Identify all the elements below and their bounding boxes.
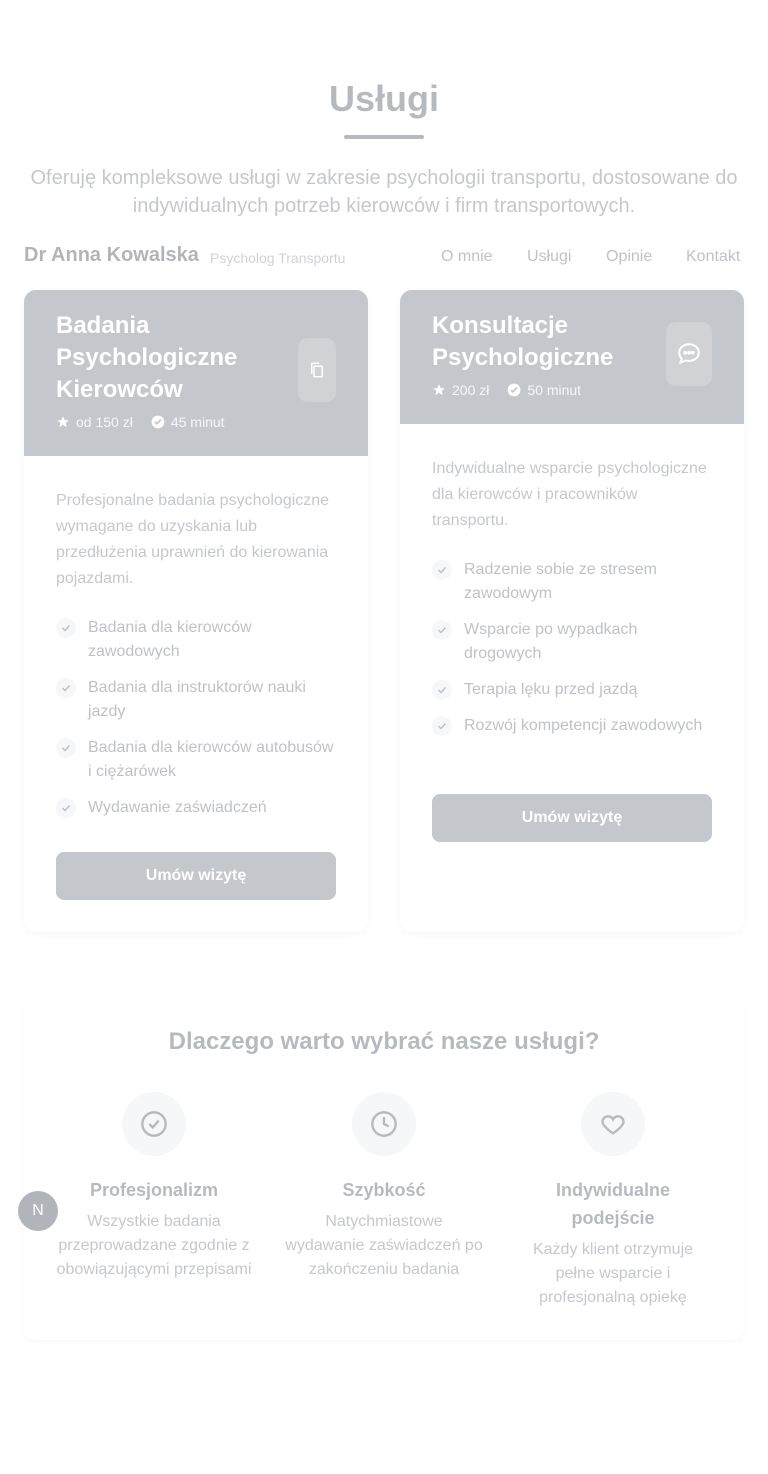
why-item-title: Profesjonalizm bbox=[89, 1180, 219, 1200]
check-circle-icon bbox=[507, 383, 521, 397]
check-icon bbox=[56, 798, 76, 818]
nav-link-about[interactable]: O mnie bbox=[441, 248, 493, 266]
why-item-individual: Indywidualne podejście Każdy klient otrz… bbox=[513, 1092, 713, 1310]
card-price: 200 zł bbox=[452, 382, 490, 398]
card-description: Profesjonalne badania psychologiczne wym… bbox=[56, 492, 330, 587]
book-appointment-button[interactable]: Umów wizytę bbox=[432, 794, 712, 842]
check-circle-icon bbox=[122, 1092, 186, 1156]
why-item-title: Szybkość bbox=[342, 1180, 426, 1200]
check-circle-icon bbox=[151, 415, 165, 429]
card-duration: 50 minut bbox=[527, 382, 582, 398]
nav-link-reviews[interactable]: Opinie bbox=[606, 248, 652, 266]
feature-item: Wsparcie po wypadkach drogowych bbox=[432, 618, 714, 666]
document-copy-icon bbox=[298, 338, 336, 402]
feature-item: Rozwój kompetencji zawodowych bbox=[432, 714, 714, 738]
why-item-text: Każdy klient otrzymuje pełne wsparcie i … bbox=[532, 1241, 694, 1306]
section-lead: Oferuję kompleksowe usługi w zakresie ps… bbox=[30, 167, 738, 217]
service-card-consultations: Konsultacje Psychologiczne 200 zł 50 min… bbox=[400, 290, 744, 932]
clock-icon bbox=[352, 1092, 416, 1156]
book-appointment-button[interactable]: Umów wizytę bbox=[56, 852, 336, 900]
why-item-speed: Szybkość Natychmiastowe wydawanie zaświa… bbox=[284, 1092, 484, 1282]
card-header: Badania Psychologiczne Kierowców od 150 … bbox=[24, 290, 368, 456]
heart-icon bbox=[581, 1092, 645, 1156]
check-icon bbox=[432, 680, 452, 700]
site-header: Dr Anna Kowalska Psycholog Transportu O … bbox=[0, 234, 768, 282]
brand-tagline: Psycholog Transportu bbox=[210, 250, 346, 266]
title-underline bbox=[344, 135, 424, 139]
card-meta: od 150 zł 45 minut bbox=[56, 414, 225, 430]
card-duration: 45 minut bbox=[170, 414, 225, 430]
nav-link-contact[interactable]: Kontakt bbox=[686, 248, 740, 266]
card-price: od 150 zł bbox=[76, 414, 133, 430]
check-icon bbox=[432, 716, 452, 736]
card-header: Konsultacje Psychologiczne 200 zł 50 min… bbox=[400, 290, 744, 424]
feature-item: Badania dla kierowców zawodowych bbox=[56, 616, 338, 664]
why-item-text: Wszystkie badania przeprowadzane zgodnie… bbox=[56, 1213, 252, 1278]
feature-list: Badania dla kierowców zawodowych Badania… bbox=[56, 616, 338, 832]
why-item-professionalism: Profesjonalizm Wszystkie badania przepro… bbox=[54, 1092, 254, 1282]
feature-item: Wydawanie zaświadczeń bbox=[56, 796, 338, 820]
check-icon bbox=[56, 678, 76, 698]
page: Usługi Oferuję kompleksowe usługi w zakr… bbox=[0, 0, 768, 1474]
brand-name[interactable]: Dr Anna Kowalska bbox=[24, 244, 199, 267]
floating-avatar-button[interactable]: N bbox=[18, 1191, 58, 1231]
why-item-text: Natychmiastowe wydawanie zaświadczeń po … bbox=[285, 1213, 483, 1278]
check-icon bbox=[432, 620, 452, 640]
feature-item: Badania dla instruktorów nauki jazdy bbox=[56, 676, 338, 724]
card-title: Badania Psychologiczne Kierowców bbox=[56, 312, 238, 403]
nav-link-services[interactable]: Usługi bbox=[527, 248, 571, 266]
why-item-title: Indywidualne podejście bbox=[555, 1180, 670, 1228]
check-icon bbox=[56, 738, 76, 758]
star-icon bbox=[432, 383, 446, 397]
card-meta: 200 zł 50 minut bbox=[432, 382, 581, 398]
chat-bubble-icon bbox=[666, 322, 712, 386]
check-icon bbox=[56, 618, 76, 638]
feature-item: Terapia lęku przed jazdą bbox=[432, 678, 714, 702]
card-description: Indywidualne wsparcie psychologiczne dla… bbox=[432, 460, 707, 529]
card-title: Konsultacje Psychologiczne bbox=[432, 312, 614, 371]
service-card-tests: Badania Psychologiczne Kierowców od 150 … bbox=[24, 290, 368, 932]
feature-item: Radzenie sobie ze stresem zawodowym bbox=[432, 558, 714, 606]
check-icon bbox=[432, 560, 452, 580]
why-title: Dlaczego warto wybrać nasze usługi? bbox=[168, 1028, 600, 1055]
feature-list: Radzenie sobie ze stresem zawodowym Wspa… bbox=[432, 558, 714, 750]
feature-item: Badania dla kierowców autobusów i ciężar… bbox=[56, 736, 338, 784]
star-icon bbox=[56, 415, 70, 429]
why-section: Dlaczego warto wybrać nasze usługi? Prof… bbox=[24, 994, 744, 1340]
section-title: Usługi bbox=[328, 78, 439, 119]
